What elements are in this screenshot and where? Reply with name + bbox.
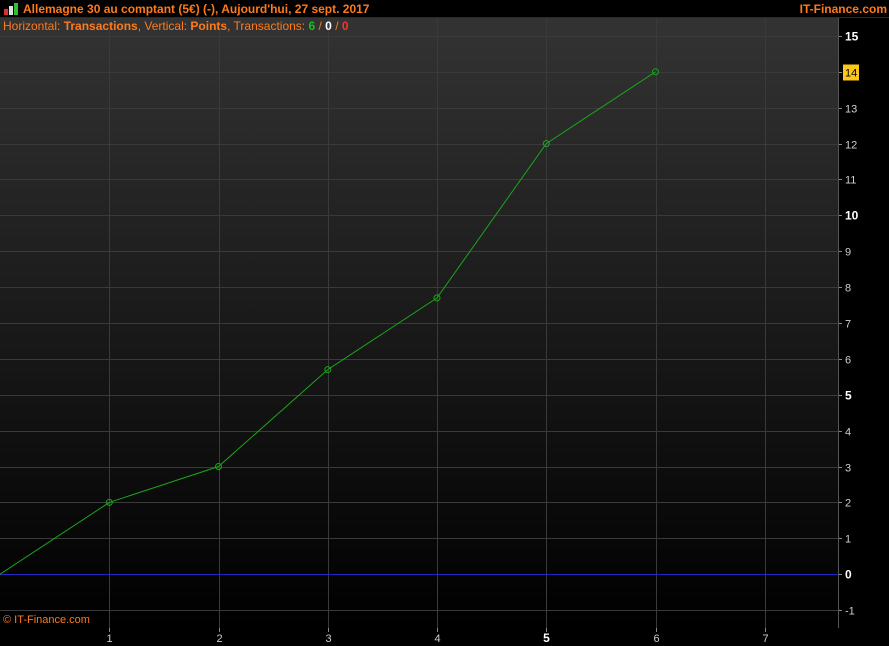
transactions-label: , Transactions: — [227, 19, 309, 33]
vertical-value: Points — [190, 19, 228, 33]
y-tick-label: 9 — [845, 247, 851, 259]
y-tick-label: 4 — [845, 427, 851, 439]
y-tick-label: 13 — [845, 104, 857, 116]
app-logo-icon — [4, 3, 18, 15]
y-tick-label: 6 — [845, 355, 851, 367]
transactions-neutral: 0 — [325, 19, 332, 33]
y-tick-label: 1 — [845, 534, 851, 546]
x-axis-panel — [0, 628, 889, 646]
y-tick-label: 14 — [845, 68, 857, 80]
x-tick-label: 6 — [653, 633, 659, 645]
y-tick-label: 15 — [845, 30, 859, 44]
line-chart[interactable]: 1514131211109876543210-1 1234567 — [0, 18, 889, 646]
brand-link[interactable]: IT-Finance.com — [800, 2, 887, 16]
x-tick-label: 7 — [762, 633, 768, 645]
horizontal-label: Horizontal: — [3, 19, 64, 33]
y-tick-label: 12 — [845, 140, 857, 152]
horizontal-value: Transactions — [63, 19, 138, 33]
info-line: Horizontal: Transactions, Vertical: Poin… — [3, 19, 349, 33]
y-tick-label: 0 — [845, 568, 852, 582]
watermark: © IT-Finance.com — [3, 614, 90, 626]
vertical-label: , Vertical: — [137, 19, 191, 33]
separator-2: / — [331, 19, 342, 33]
x-tick-label: 5 — [543, 631, 550, 645]
title-bar: Allemagne 30 au comptant (5€) (-), Aujou… — [0, 0, 889, 18]
y-tick-label: 11 — [845, 175, 856, 187]
y-tick-label: 7 — [845, 319, 851, 331]
separator-1: / — [315, 19, 326, 33]
y-tick-label: 8 — [845, 283, 851, 295]
y-tick-label: -1 — [845, 606, 855, 618]
y-tick-label: 10 — [845, 209, 859, 223]
x-tick-label: 3 — [325, 633, 331, 645]
chart-title: Allemagne 30 au comptant (5€) (-), Aujou… — [23, 2, 370, 16]
x-tick-label: 1 — [106, 633, 112, 645]
x-tick-label: 4 — [434, 633, 440, 645]
y-tick-label: 5 — [845, 389, 852, 403]
transactions-losses: 0 — [341, 19, 349, 33]
x-tick-label: 2 — [216, 633, 222, 645]
y-tick-label: 2 — [845, 498, 851, 510]
y-tick-label: 3 — [845, 463, 851, 475]
chart-area[interactable]: 15 14 13 12 11 10 9 8 7 6 5 4 3 2 1 0 -1 1234567 — [0, 18, 889, 646]
